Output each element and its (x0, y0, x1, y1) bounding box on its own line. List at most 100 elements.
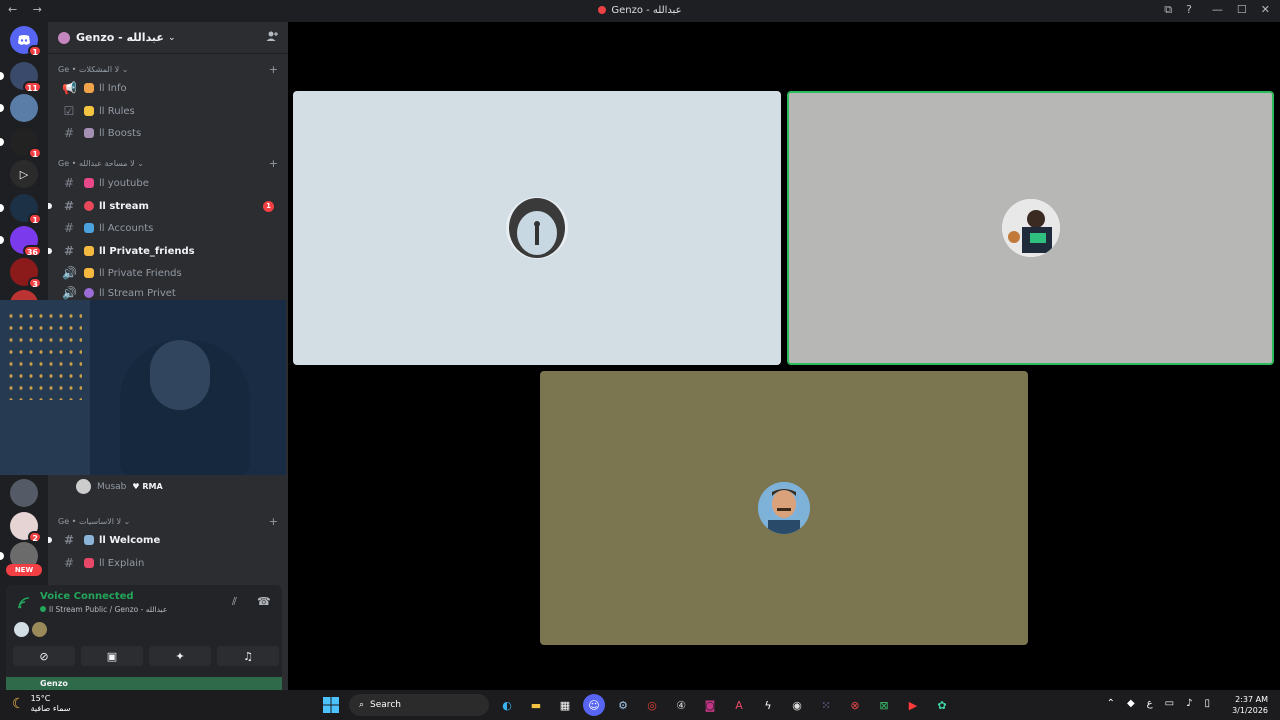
grid-app-icon[interactable]: ⁙ (815, 694, 837, 716)
hash-icon: # (63, 126, 75, 140)
channel-welcome[interactable]: # ll Welcome (48, 530, 280, 550)
video-tile[interactable] (293, 91, 781, 365)
category-header[interactable]: Ge • لا الاساسيات ⌄ + (48, 512, 288, 530)
date: 3/1/2026 (1232, 706, 1268, 715)
channel-private-friends-text[interactable]: # ll Private_friends (48, 241, 280, 261)
discord-logo-icon (18, 34, 30, 45)
chevron-up-icon[interactable]: ⌃ (1107, 698, 1115, 709)
chrome-icon[interactable]: ◎ (641, 694, 663, 716)
server-icon[interactable]: 1 (0, 194, 42, 225)
taskbar-search[interactable]: ⌕ Search (349, 694, 489, 716)
instagram-icon[interactable]: ◙ (699, 694, 721, 716)
minimize-button[interactable]: — (1212, 3, 1223, 16)
excel-icon[interactable]: ⊠ (873, 694, 895, 716)
emoji-icon (84, 535, 94, 545)
channel-info[interactable]: 📢 ll Info (56, 78, 280, 98)
voice-member[interactable]: Musab ♥ RMA (76, 479, 163, 494)
obs-icon[interactable]: ✿ (931, 694, 953, 716)
inbox-icon[interactable]: ⧉ (1164, 3, 1172, 17)
channel-label: ll Rules (99, 105, 135, 117)
add-channel-icon[interactable]: + (269, 515, 278, 528)
disconnect-icon[interactable]: ☎ (257, 595, 271, 608)
channel-label: ll stream (99, 200, 149, 212)
signal-icon (18, 597, 30, 612)
server-icon[interactable]: 1 (0, 128, 42, 159)
fairy-lights (6, 310, 82, 400)
server-icon[interactable]: ▷ (10, 160, 38, 188)
screen-share-button[interactable]: ▣ (81, 646, 143, 666)
server-icon[interactable]: 36 (0, 226, 42, 257)
channel-private-friends-voice[interactable]: 🔊 ll Private Friends (56, 263, 280, 283)
participant-avatar (506, 197, 568, 259)
voice-status[interactable]: Voice Connected (40, 591, 134, 602)
streamer-head (150, 340, 210, 410)
discord-taskbar-icon[interactable]: ☺ (583, 694, 605, 716)
language-indicator[interactable]: ع (1147, 698, 1153, 709)
volume-icon[interactable]: ♪ (1186, 698, 1192, 709)
channel-youtube[interactable]: # ll youtube (56, 173, 280, 193)
start-icon[interactable] (320, 694, 342, 716)
voice-channel-path[interactable]: ll Stream Public / Genzo - عبدالله (40, 605, 167, 614)
channel-explain[interactable]: # ll Explain (56, 553, 280, 573)
clock[interactable]: 2:37 AM 3/1/2026 (1232, 694, 1268, 716)
youtube-icon[interactable]: ▶ (902, 694, 924, 716)
channel-accounts[interactable]: # ll Accounts (56, 218, 280, 238)
file-explorer-icon[interactable]: ▬ (525, 694, 547, 716)
avatar[interactable] (32, 622, 47, 637)
server-header[interactable]: Genzo - عبدالله ⌄ (48, 22, 288, 54)
member-tag-text: RMA (142, 482, 163, 491)
steam-icon[interactable]: ⚙ (612, 694, 634, 716)
add-channel-icon[interactable]: + (269, 157, 278, 170)
add-member-icon[interactable] (266, 30, 278, 45)
security-icon[interactable]: ◆ (1127, 698, 1135, 709)
channel-stream[interactable]: # ll stream 1 (48, 196, 280, 216)
video-tile-speaking[interactable] (787, 91, 1274, 365)
weather-widget[interactable]: ☾ 15°C سماء صافية (12, 694, 70, 714)
noise-suppression-icon[interactable]: ⫽ (232, 595, 237, 609)
avatar (76, 479, 91, 494)
channel-boosts[interactable]: # ll Boosts (56, 123, 280, 143)
server-icon[interactable]: 3 (10, 258, 42, 289)
soundboard-button[interactable]: ♫ (217, 646, 279, 666)
new-badge[interactable]: NEW (6, 564, 42, 576)
server-icon[interactable]: 2 (10, 512, 42, 543)
announcement-icon: 📢 (62, 81, 77, 95)
hash-icon: # (63, 221, 75, 235)
maximize-button[interactable]: ☐ (1237, 3, 1247, 16)
adobe-icon[interactable]: A (728, 694, 750, 716)
channel-label: ll Accounts (99, 222, 154, 234)
edge-icon[interactable]: ◐ (496, 694, 518, 716)
network-icon[interactable]: ▭ (1165, 698, 1174, 709)
stop-sign-icon[interactable]: ⊗ (844, 694, 866, 716)
emoji-icon (84, 201, 94, 211)
4k-downloader-icon[interactable]: ④ (670, 694, 692, 716)
battery-icon[interactable]: ▯ (1204, 698, 1210, 709)
category-header[interactable]: Ge • لا مساحة عبدالله ⌄ + (48, 154, 288, 172)
channel-label: ll Info (99, 82, 127, 94)
video-tile[interactable] (540, 371, 1028, 645)
close-button[interactable]: ✕ (1261, 3, 1270, 16)
lock-icon (84, 268, 94, 278)
server-icon[interactable]: 11 (0, 62, 42, 93)
activities-button[interactable]: ✦ (149, 646, 211, 666)
channel-label: ll Private Friends (99, 267, 182, 279)
category-label: Ge • لا المشكلات ⌄ (58, 64, 129, 74)
weather-description: سماء صافية (30, 704, 71, 713)
add-channel-icon[interactable]: + (269, 63, 278, 76)
category-header[interactable]: Ge • لا المشكلات ⌄ + (48, 60, 288, 78)
hash-icon: # (63, 556, 75, 570)
server-icon[interactable] (0, 94, 38, 122)
home-button[interactable]: 1 (10, 26, 42, 57)
channel-label: ll Explain (99, 557, 145, 569)
user-panel[interactable]: Genzo (6, 677, 282, 690)
help-icon[interactable]: ? (1186, 3, 1192, 17)
channel-label: ll Private_friends (99, 245, 195, 257)
store-icon[interactable]: ▦ (554, 694, 576, 716)
channel-stream-privet[interactable]: 🔊 ll Stream Privet (56, 286, 280, 300)
avatar[interactable] (14, 622, 29, 637)
server-icon[interactable] (10, 479, 38, 507)
bolt-icon[interactable]: ϟ (757, 694, 779, 716)
camera-off-button[interactable]: ⊘ (13, 646, 75, 666)
github-icon[interactable]: ◉ (786, 694, 808, 716)
channel-rules[interactable]: ☑ ll Rules (56, 101, 280, 121)
